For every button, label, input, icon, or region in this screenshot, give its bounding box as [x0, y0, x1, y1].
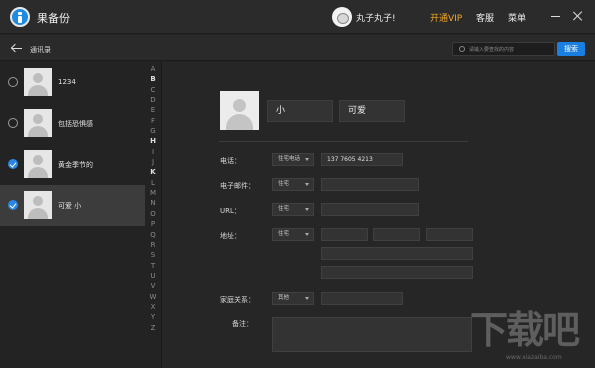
alphabet-index-letter[interactable]: S	[146, 250, 160, 260]
address-type-value: 住宅	[278, 231, 290, 237]
alphabet-index: ABCDEFGHIJKLMNOPQRSTUVWXYZ	[146, 64, 160, 333]
address-state-field[interactable]	[426, 228, 473, 241]
url-type-value: 住宅	[278, 206, 290, 212]
search-icon	[459, 46, 465, 52]
family-field[interactable]	[321, 292, 403, 305]
divider	[219, 141, 468, 142]
menu-button[interactable]: 菜单	[508, 11, 526, 24]
url-field[interactable]	[321, 203, 419, 216]
alphabet-index-letter[interactable]: Q	[146, 230, 160, 240]
contact-avatar-icon	[24, 191, 52, 219]
address-line3-field[interactable]	[321, 266, 473, 279]
phone-field[interactable]: 137 7605 4213	[321, 153, 403, 166]
email-type-select[interactable]: 住宅	[272, 178, 314, 191]
address-label: 地址：	[220, 232, 241, 240]
email-type-value: 住宅	[278, 181, 290, 187]
watermark-logo: 下载吧 www.xiazaiba.com	[470, 308, 592, 364]
close-icon[interactable]	[572, 10, 584, 22]
watermark-text: 下载吧	[470, 308, 580, 352]
watermark-url: www.xiazaiba.com	[506, 354, 562, 361]
address-street-field[interactable]	[321, 228, 368, 241]
url-type-select[interactable]: 住宅	[272, 203, 314, 216]
phone-type-value: 住宅电话	[278, 156, 301, 162]
alphabet-index-letter[interactable]: Z	[146, 323, 160, 333]
customer-service-link[interactable]: 客服	[476, 11, 494, 24]
search-input[interactable]	[469, 44, 553, 55]
note-textarea[interactable]	[272, 317, 472, 352]
alphabet-index-letter[interactable]: U	[146, 271, 160, 281]
alphabet-index-letter[interactable]: H	[146, 136, 160, 146]
contact-list: 1234 包括恐惧感 黄金季节的 可爱 小	[0, 62, 145, 368]
alphabet-index-letter[interactable]: Y	[146, 312, 160, 322]
alphabet-index-letter[interactable]: B	[146, 74, 160, 84]
chevron-down-icon	[305, 233, 309, 236]
alphabet-index-letter[interactable]: P	[146, 219, 160, 229]
alphabet-index-letter[interactable]: I	[146, 147, 160, 157]
search-button[interactable]: 搜索	[557, 42, 585, 56]
chevron-down-icon	[305, 297, 309, 300]
alphabet-index-letter[interactable]: W	[146, 292, 160, 302]
page-title[interactable]: 通讯录	[30, 45, 51, 55]
alphabet-index-letter[interactable]: A	[146, 64, 160, 74]
alphabet-index-letter[interactable]: G	[146, 126, 160, 136]
back-arrow-icon[interactable]	[11, 44, 23, 52]
contact-avatar-icon	[24, 150, 52, 178]
chevron-down-icon	[305, 183, 309, 186]
last-name-field[interactable]: 可爱	[339, 100, 405, 122]
alphabet-index-letter[interactable]: F	[146, 116, 160, 126]
chevron-down-icon	[305, 158, 309, 161]
contact-name: 可爱 小	[58, 202, 82, 210]
contact-checkbox[interactable]	[8, 159, 18, 169]
first-name-field[interactable]: 小	[267, 100, 333, 122]
list-item[interactable]: 可爱 小	[0, 185, 145, 226]
contact-name: 包括恐惧感	[58, 120, 93, 128]
contact-name: 1234	[58, 78, 76, 86]
alphabet-index-letter[interactable]: K	[146, 167, 160, 177]
alphabet-index-letter[interactable]: C	[146, 85, 160, 95]
alphabet-index-letter[interactable]: O	[146, 209, 160, 219]
alphabet-index-letter[interactable]: M	[146, 188, 160, 198]
address-line2-field[interactable]	[321, 247, 473, 260]
contact-checkbox[interactable]	[8, 118, 18, 128]
alphabet-index-letter[interactable]: E	[146, 105, 160, 115]
open-vip-link[interactable]: 开通VIP	[430, 11, 462, 24]
contact-avatar-icon	[24, 68, 52, 96]
user-avatar[interactable]	[332, 7, 352, 27]
list-item[interactable]: 黄金季节的	[0, 144, 145, 185]
phone-type-select[interactable]: 住宅电话	[272, 153, 314, 166]
app-logo-icon	[10, 7, 30, 27]
family-type-select[interactable]: 其他	[272, 292, 314, 305]
contact-checkbox[interactable]	[8, 200, 18, 210]
family-type-value: 其他	[278, 295, 290, 301]
address-city-field[interactable]	[373, 228, 420, 241]
address-type-select[interactable]: 住宅	[272, 228, 314, 241]
alphabet-index-letter[interactable]: V	[146, 281, 160, 291]
alphabet-index-letter[interactable]: X	[146, 302, 160, 312]
list-item[interactable]: 包括恐惧感	[0, 103, 145, 144]
note-label: 备注：	[232, 320, 253, 328]
title-bar: 果备份 丸子丸子! 开通VIP 客服 菜单	[0, 0, 595, 34]
alphabet-index-letter[interactable]: D	[146, 95, 160, 105]
alphabet-index-letter[interactable]: L	[146, 178, 160, 188]
email-label: 电子邮件：	[220, 182, 255, 190]
chevron-down-icon	[305, 208, 309, 211]
email-field[interactable]	[321, 178, 419, 191]
app-title: 果备份	[37, 12, 70, 25]
alphabet-index-letter[interactable]: J	[146, 157, 160, 167]
contact-photo[interactable]	[220, 91, 259, 130]
alphabet-index-letter[interactable]: N	[146, 198, 160, 208]
alphabet-index-letter[interactable]: R	[146, 240, 160, 250]
phone-label: 电话：	[220, 157, 241, 165]
list-item[interactable]: 1234	[0, 62, 145, 103]
alphabet-index-letter[interactable]: T	[146, 261, 160, 271]
username[interactable]: 丸子丸子!	[356, 11, 396, 24]
url-label: URL：	[220, 207, 241, 215]
contact-name: 黄金季节的	[58, 161, 93, 169]
contact-avatar-icon	[24, 109, 52, 137]
contact-checkbox[interactable]	[8, 77, 18, 87]
minimize-icon[interactable]	[551, 16, 560, 17]
search-box[interactable]	[452, 42, 555, 56]
family-label: 家庭关系：	[220, 296, 255, 304]
